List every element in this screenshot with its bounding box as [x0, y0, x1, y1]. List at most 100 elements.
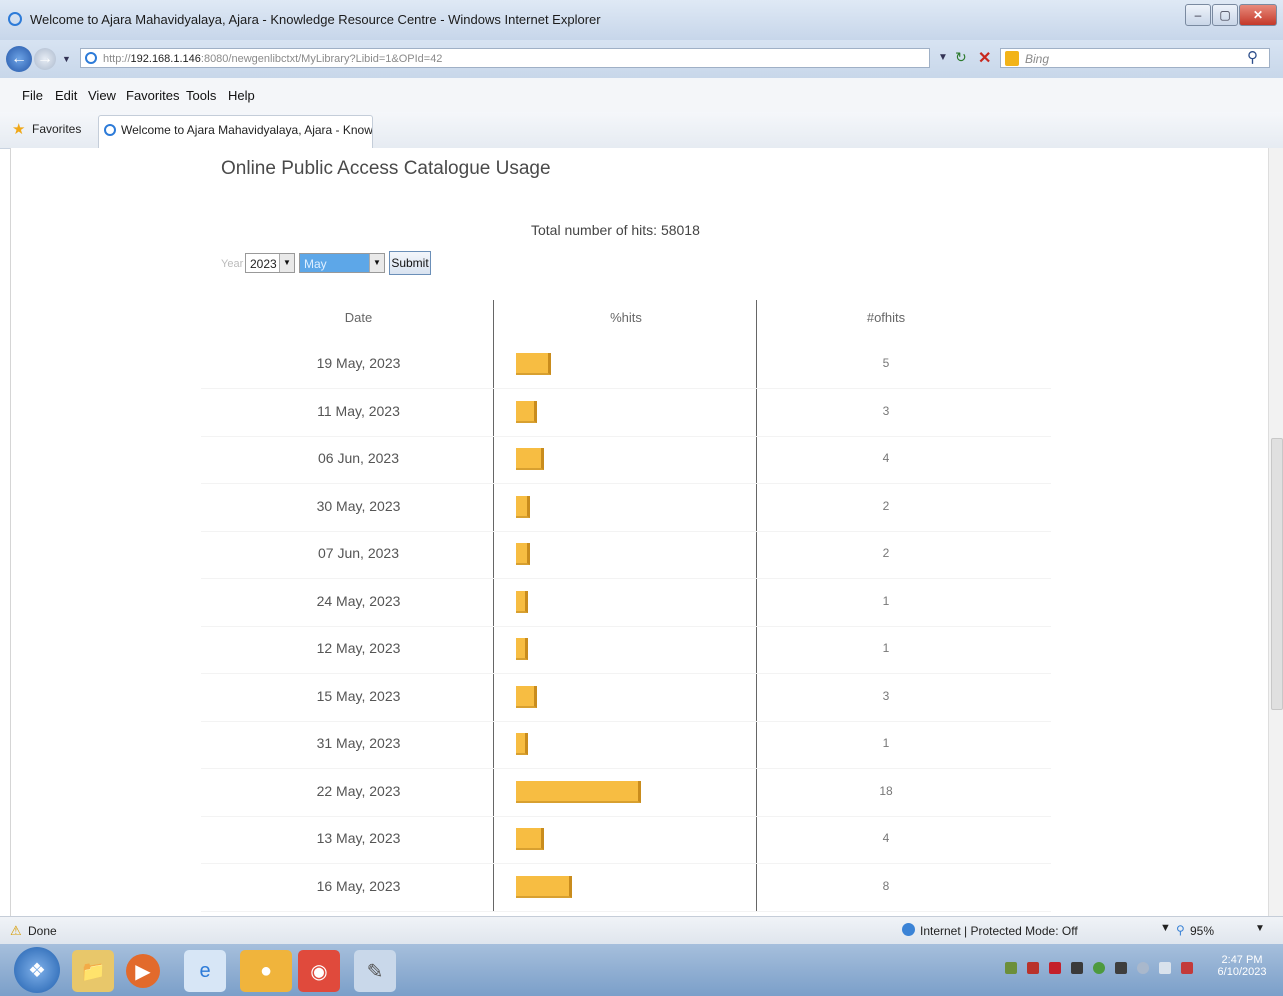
search-input[interactable]: Bing — [1000, 48, 1270, 68]
hits-bar — [516, 875, 572, 898]
total-hits-text: Total number of hits: 58018 — [531, 222, 700, 238]
menu-favorites[interactable]: Favorites — [126, 88, 179, 103]
row-hit-count: 2 — [882, 498, 890, 513]
tab-ie-icon — [104, 124, 116, 136]
vertical-scrollbar[interactable] — [1268, 148, 1283, 916]
ie-logo-icon — [8, 12, 22, 26]
hits-bar — [516, 733, 528, 755]
row-separator — [201, 768, 1051, 769]
zoom-icon: ⚲ — [1176, 923, 1185, 937]
page-title: Online Public Access Catalogue Usage — [221, 158, 551, 179]
warning-icon: ⚠ — [10, 923, 22, 938]
tray-icon-app[interactable] — [1049, 962, 1061, 974]
row-hit-count: 8 — [882, 878, 890, 893]
address-toolbar: ← → ▼ http://192.168.1.146:8080/newgenli… — [0, 40, 1283, 78]
url-prefix: http:// — [103, 53, 131, 65]
row-date: 19 May, 2023 — [316, 355, 401, 371]
year-select-value: 2023 — [250, 257, 277, 271]
menu-bar: File Edit View Favorites Tools Help — [0, 78, 1283, 113]
menu-file[interactable]: File — [22, 88, 43, 103]
chrome-taskbar-icon[interactable]: ◉ — [298, 950, 340, 992]
hits-bar — [516, 495, 530, 518]
percent-hits-column-header: %hits — [610, 310, 642, 325]
window-titlebar: Welcome to Ajara Mahavidyalaya, Ajara - … — [0, 0, 1283, 40]
page-content: Online Public Access Catalogue Usage Tot… — [10, 148, 1273, 916]
hits-bar — [516, 353, 551, 375]
status-text: Done — [28, 924, 57, 938]
internet-explorer-taskbar-icon[interactable]: e — [184, 950, 226, 992]
security-zone: Internet | Protected Mode: Off — [920, 924, 1078, 938]
submit-button[interactable]: Submit — [389, 251, 431, 275]
forward-button[interactable]: → — [34, 48, 56, 70]
row-hit-count: 4 — [882, 451, 890, 465]
start-button[interactable]: ❖ — [14, 947, 60, 993]
close-button[interactable]: ✕ — [1239, 4, 1277, 26]
favorites-star-icon: ★ — [12, 121, 26, 138]
row-date: 31 May, 2023 — [316, 735, 401, 751]
history-dropdown-icon[interactable]: ▼ — [62, 54, 71, 64]
maximize-button[interactable]: ▢ — [1212, 4, 1238, 26]
tray-icon-volume[interactable] — [1137, 962, 1149, 974]
tray-icon-network[interactable] — [1005, 962, 1017, 974]
row-separator — [201, 863, 1051, 864]
menu-help[interactable]: Help — [228, 88, 255, 103]
row-date: 22 May, 2023 — [316, 782, 401, 799]
tray-icon-app[interactable] — [1093, 962, 1105, 974]
minimize-button[interactable]: – — [1185, 4, 1211, 26]
clock-time: 2:47 PM — [1221, 954, 1263, 966]
tray-icon-app[interactable] — [1115, 962, 1127, 974]
menu-tools[interactable]: Tools — [186, 88, 216, 103]
page-ie-icon — [85, 52, 97, 64]
browser-tab[interactable]: Welcome to Ajara Mahavidyalaya, Ajara - … — [98, 115, 373, 148]
tray-icon-app[interactable] — [1071, 962, 1083, 974]
hits-bar — [516, 828, 544, 850]
search-placeholder: Bing — [1025, 52, 1050, 66]
row-separator — [201, 435, 1051, 437]
chevron-down-icon: ▼ — [279, 254, 294, 272]
status-bar: ⚠ Done Internet | Protected Mode: Off ▼ … — [0, 916, 1283, 945]
row-hit-count: 2 — [882, 546, 890, 560]
zoom-level[interactable]: 95% — [1190, 924, 1214, 938]
media-player-taskbar-icon[interactable]: ▶ — [126, 954, 160, 988]
refresh-icon[interactable]: ↻ — [955, 49, 967, 66]
menu-edit[interactable]: Edit — [55, 88, 77, 103]
year-select[interactable]: 2023 ▼ — [245, 253, 295, 273]
clock[interactable]: 2:47 PM 6/10/2023 — [1212, 954, 1272, 978]
month-select-value: May — [304, 257, 327, 271]
row-hit-count: 1 — [882, 641, 890, 655]
window-title: Welcome to Ajara Mahavidyalaya, Ajara - … — [30, 12, 601, 27]
bing-logo-icon — [1005, 51, 1019, 66]
row-date: 11 May, 2023 — [317, 402, 400, 419]
year-label: Year — [221, 258, 244, 270]
tray-icon-app[interactable] — [1181, 962, 1193, 974]
hits-bar — [516, 780, 641, 803]
tray-icon-app[interactable] — [1159, 962, 1171, 974]
paint-taskbar-icon[interactable]: ✎ — [354, 950, 396, 992]
row-date: 15 May, 2023 — [316, 687, 401, 704]
row-separator — [201, 720, 1051, 722]
settings-dropdown-icon[interactable]: ▼ — [1160, 922, 1171, 934]
row-separator — [201, 530, 1051, 532]
stop-icon[interactable]: ✕ — [978, 48, 991, 68]
row-separator — [201, 625, 1051, 627]
url-host: 192.168.1.146 — [130, 53, 201, 65]
zoom-dropdown-icon[interactable]: ▼ — [1255, 923, 1265, 934]
back-button[interactable]: ← — [6, 46, 32, 72]
favorites-button[interactable]: Favorites — [32, 122, 81, 136]
address-input[interactable]: http://192.168.1.146:8080/newgenlibctxt/… — [80, 48, 930, 68]
row-separator — [201, 910, 1051, 912]
row-hit-count: 1 — [882, 593, 890, 608]
menu-view[interactable]: View — [88, 88, 116, 103]
row-date: 30 May, 2023 — [316, 497, 401, 514]
globe-icon — [902, 923, 915, 936]
search-icon[interactable]: ⚲ — [1247, 48, 1258, 66]
month-select[interactable]: May ▼ — [299, 253, 385, 273]
explorer-taskbar-icon[interactable]: 📁 — [72, 950, 114, 992]
row-date: 16 May, 2023 — [316, 877, 401, 894]
row-separator — [201, 815, 1051, 817]
address-dropdown-icon[interactable]: ▼ — [938, 52, 948, 63]
tray-icon-speaker[interactable] — [1027, 962, 1039, 974]
firefox-taskbar-icon[interactable]: ● — [240, 950, 292, 992]
windows-taskbar: ❖ 📁 ▶ e ● ◉ ✎ 2:47 PM 6/10/2023 — [0, 944, 1283, 996]
scrollbar-thumb[interactable] — [1271, 438, 1283, 710]
